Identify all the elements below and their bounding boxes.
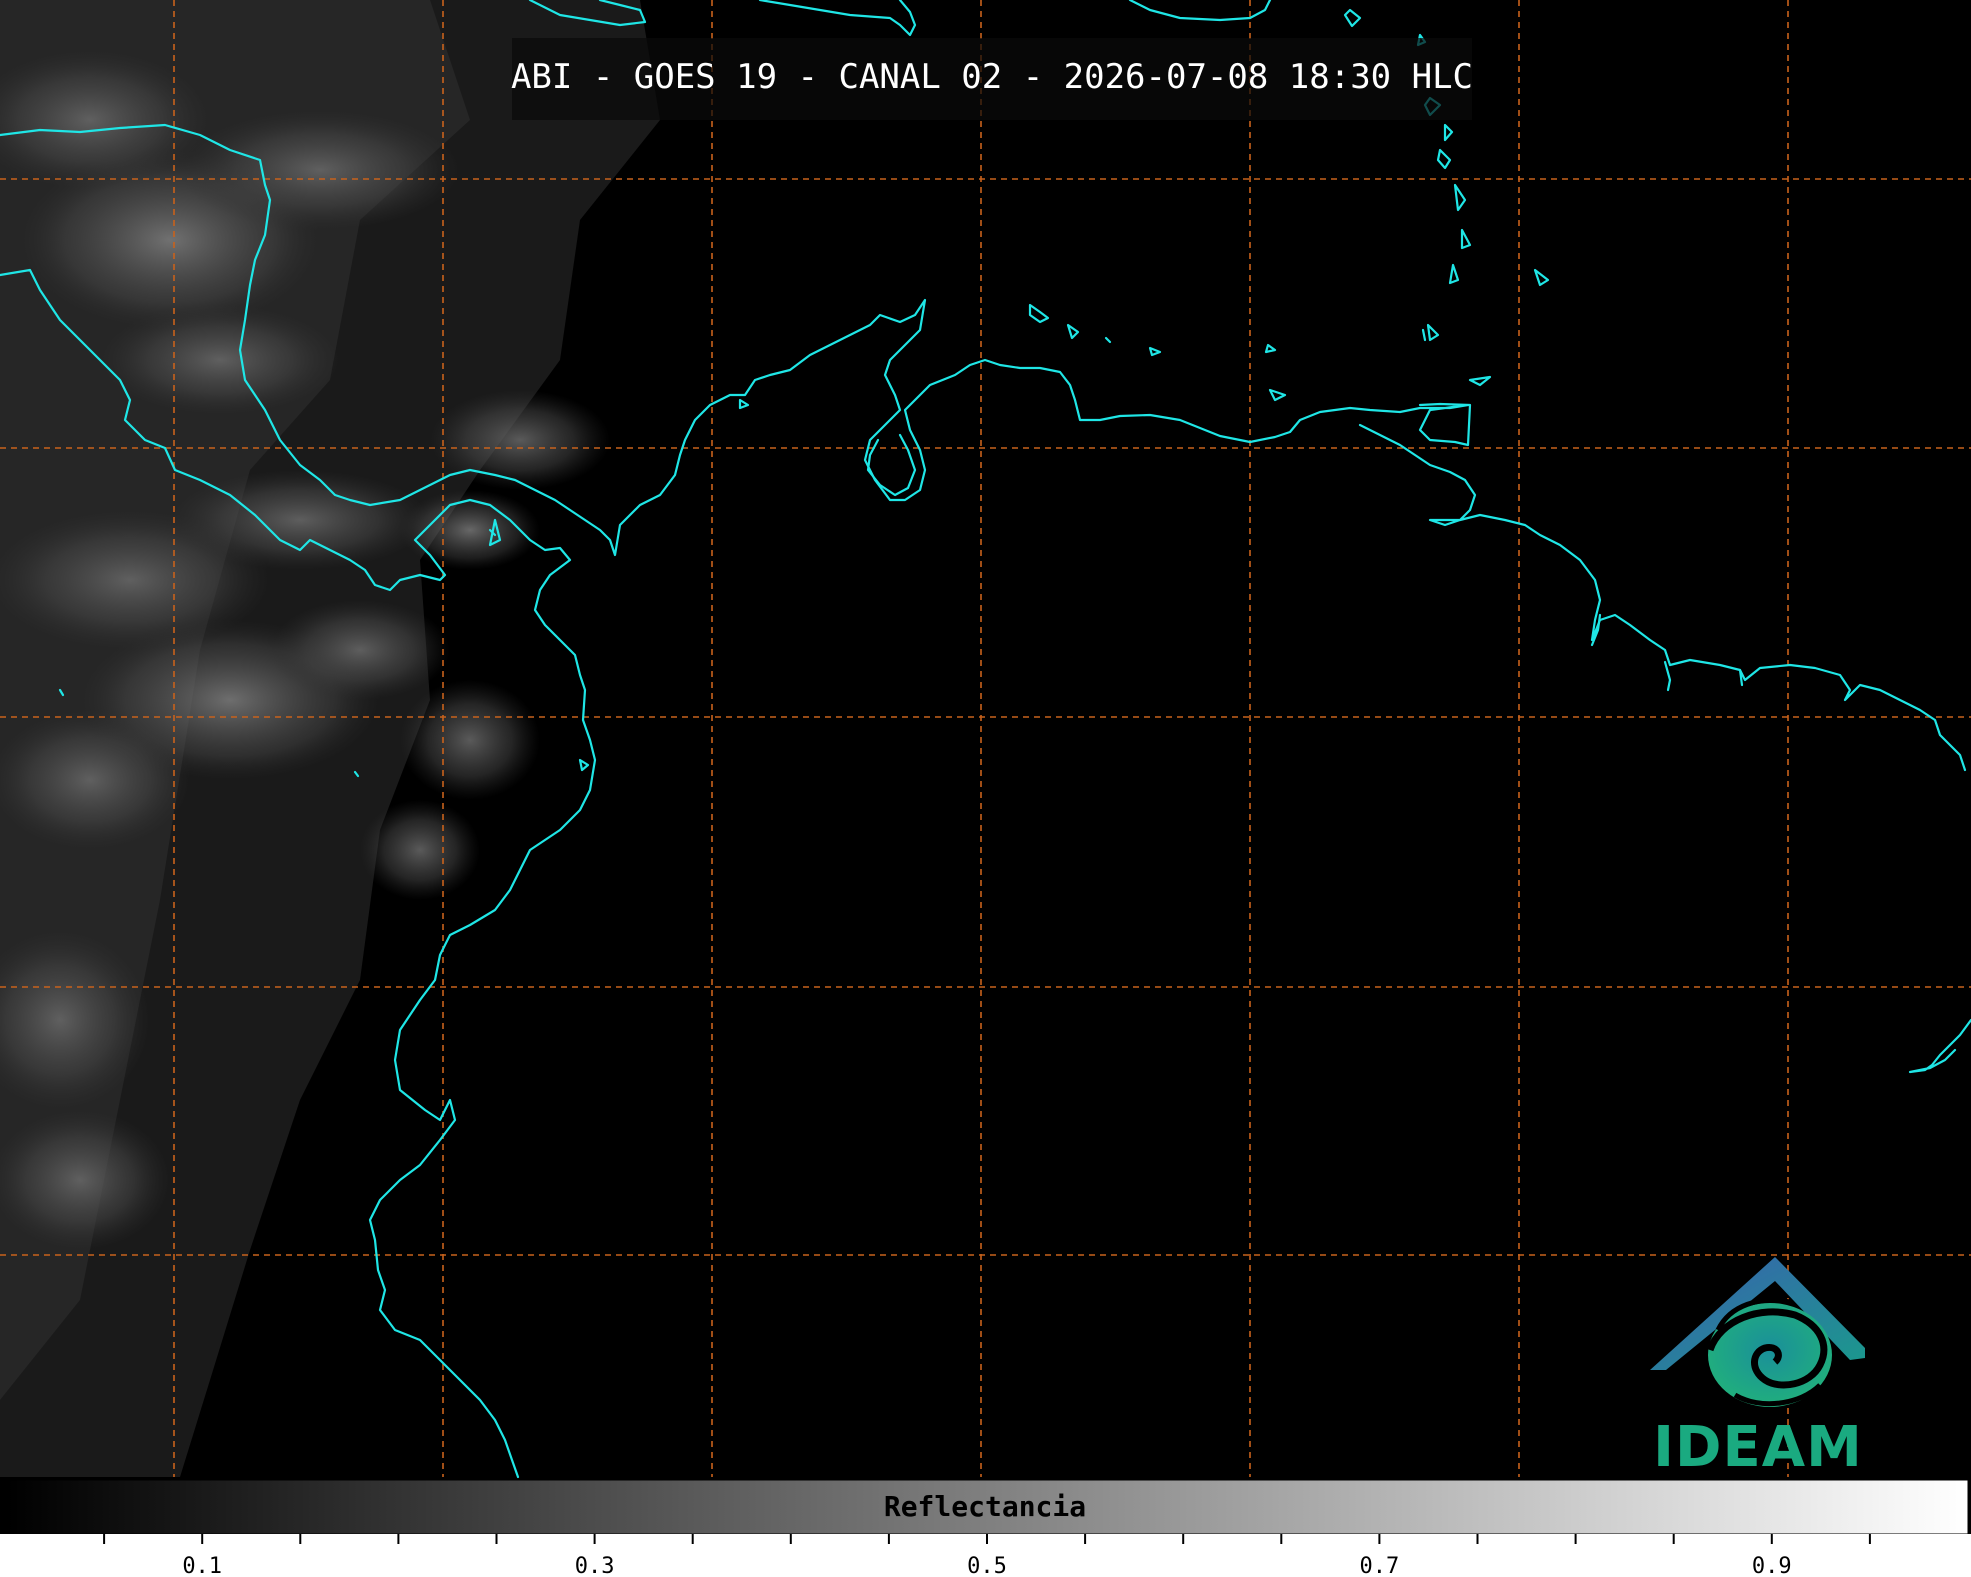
colorbar-tick-label: 0.1 — [182, 1554, 222, 1577]
colorbar-tick-label: 0.3 — [575, 1554, 615, 1577]
satellite-map: ABI - GOES 19 - CANAL 02 - 2026-07-08 18… — [0, 0, 1971, 1577]
colorbar: Reflectancia 0.1 0.3 0.5 0.7 0.9 — [0, 1479, 1971, 1577]
colorbar-title: Reflectancia — [884, 1490, 1086, 1523]
map-title: ABI - GOES 19 - CANAL 02 - 2026-07-08 18… — [511, 57, 1473, 97]
satellite-image-viewer: ABI - GOES 19 - CANAL 02 - 2026-07-08 18… — [0, 0, 1971, 1577]
logo-text: IDEAM — [1653, 1415, 1863, 1480]
colorbar-tick-label: 0.9 — [1752, 1554, 1792, 1577]
colorbar-tick-label: 0.5 — [967, 1554, 1007, 1577]
colorbar-tick-label: 0.7 — [1360, 1554, 1400, 1577]
title-group: ABI - GOES 19 - CANAL 02 - 2026-07-08 18… — [511, 38, 1473, 120]
